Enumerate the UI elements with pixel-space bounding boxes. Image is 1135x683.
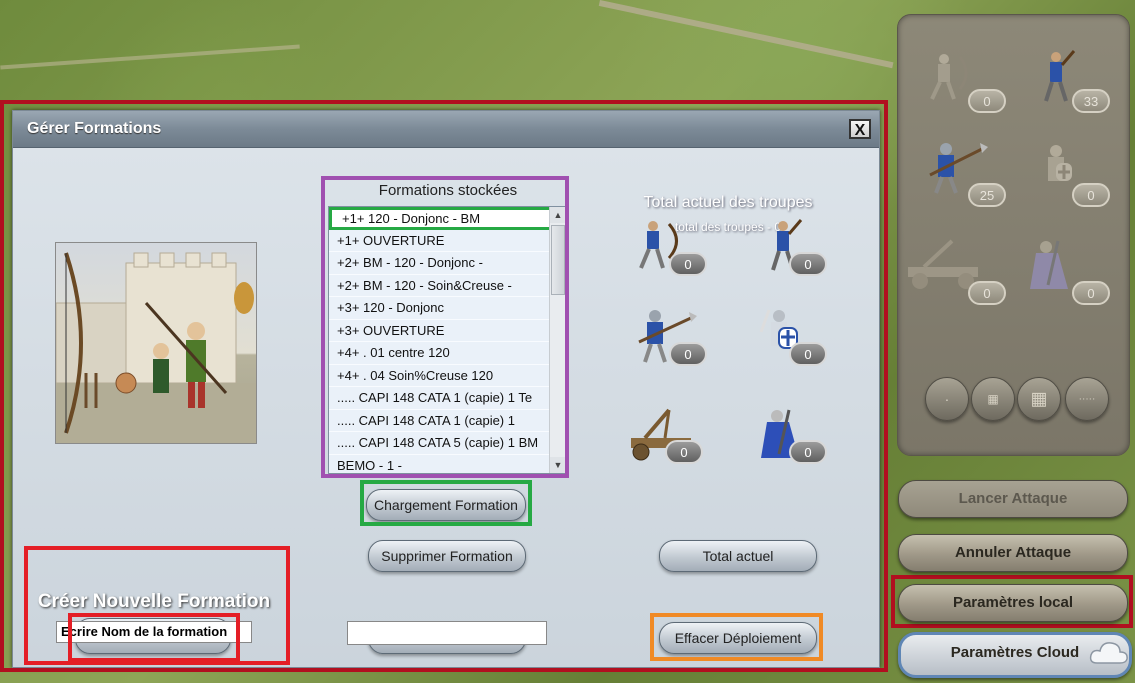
cancel-attack-button[interactable]: Annuler Attaque — [898, 534, 1128, 572]
formation-small-grid-button[interactable]: ▦ — [971, 377, 1015, 421]
grid-large-icon: ▦ — [1030, 388, 1048, 409]
side-unit-count: 0 — [968, 281, 1006, 305]
cloud-icon — [1089, 642, 1128, 664]
side-unit-swordsman: 0 — [1016, 137, 1116, 217]
formation-line-button[interactable]: ····· — [1065, 377, 1109, 421]
side-unit-archer: 0 — [912, 43, 1012, 123]
grid-small-icon: ▦ — [987, 392, 999, 406]
side-unit-count: 33 — [1072, 89, 1110, 113]
launch-attack-button[interactable]: Lancer Attaque — [898, 480, 1128, 518]
side-unit-captain: 0 — [1016, 235, 1116, 315]
cloud-settings-button[interactable]: Paramètres Cloud — [898, 632, 1132, 678]
side-unit-count: 0 — [968, 89, 1006, 113]
side-unit-pikeman: 25 — [912, 137, 1012, 217]
side-unit-count: 0 — [1072, 183, 1110, 207]
dialog-highlight — [0, 100, 888, 672]
map-road — [598, 0, 894, 69]
side-unit-peasant: 33 — [1016, 43, 1116, 123]
formation-large-grid-button[interactable]: ▦ — [1017, 377, 1061, 421]
local-settings-button[interactable]: Paramètres local — [898, 584, 1128, 622]
army-side-panel: 0 33 25 0 0 0 · ▦ ▦ ····· — [897, 14, 1130, 456]
line-formation-icon: ····· — [1078, 393, 1096, 405]
side-unit-catapult: 0 — [902, 235, 1006, 315]
side-unit-count: 0 — [1072, 281, 1110, 305]
formation-dot-button[interactable]: · — [925, 377, 969, 421]
map-road — [0, 44, 300, 70]
side-unit-count: 25 — [968, 183, 1006, 207]
cloud-settings-label: Paramètres Cloud — [950, 644, 1080, 661]
dot-formation-icon: · — [944, 391, 950, 407]
